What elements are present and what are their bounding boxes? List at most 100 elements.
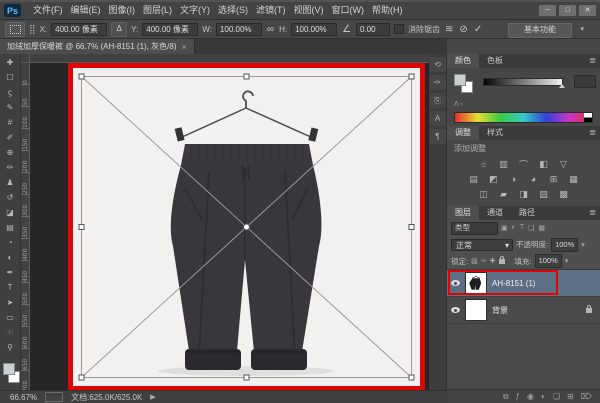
status-menu-arrow-icon[interactable]: ▶ — [150, 393, 155, 401]
panel-menu-icon[interactable]: ≣ — [589, 128, 596, 137]
transform-tool-icon[interactable] — [5, 22, 25, 37]
menu-item[interactable]: 滤镜(T) — [252, 2, 290, 19]
delete-layer-icon[interactable]: ⌦ — [581, 390, 592, 403]
color-spectrum-bar[interactable] — [454, 112, 593, 123]
vertical-ruler[interactable]: 0501001502002503003504004505005506006507… — [21, 63, 30, 390]
width-scale-field[interactable]: 100.00% — [216, 23, 262, 36]
visibility-eye-icon[interactable] — [451, 280, 460, 286]
invert-icon[interactable]: ◫ — [477, 188, 490, 200]
close-button[interactable]: ✕ — [579, 5, 596, 16]
tab-styles[interactable]: 样式 — [479, 126, 511, 140]
character-panel-icon[interactable]: A — [430, 111, 446, 126]
layer-effects-icon[interactable]: ƒ — [516, 390, 520, 403]
menu-item[interactable]: 编辑(E) — [67, 2, 105, 19]
workspace-switcher[interactable]: 基本功能 — [508, 23, 572, 38]
grayscale-slider[interactable] — [483, 78, 563, 86]
history-panel-icon[interactable]: ⟲ — [430, 57, 446, 72]
foreground-color-swatch[interactable] — [454, 74, 466, 86]
minimize-button[interactable]: ─ — [539, 5, 556, 16]
blur-tool[interactable]: ◔ — [0, 235, 21, 250]
channel-mixer-icon[interactable]: ⊞ — [547, 173, 560, 185]
menu-item[interactable]: 帮助(H) — [368, 2, 407, 19]
type-tool[interactable]: T — [0, 280, 21, 295]
lock-position-icon[interactable]: ✚ — [490, 257, 496, 265]
panel-menu-icon[interactable]: ≣ — [589, 56, 596, 65]
quick-selection-tool[interactable]: ✎ — [0, 100, 21, 115]
layer-thumbnail[interactable] — [465, 272, 487, 294]
new-adjustment-layer-icon[interactable]: ◐ — [541, 390, 546, 403]
filter-shape-layers-icon[interactable]: ❏ — [528, 224, 534, 232]
visibility-eye-icon[interactable] — [451, 307, 460, 313]
brush-panel-icon[interactable]: ✑ — [430, 75, 446, 90]
clone-source-panel-icon[interactable]: ⎘ — [430, 93, 446, 108]
cancel-transform-icon[interactable]: ⊘ — [458, 23, 468, 36]
menu-item[interactable]: 窗口(W) — [328, 2, 369, 19]
lock-image-icon[interactable]: ✑ — [481, 257, 487, 265]
slider-thumb[interactable] — [559, 84, 565, 88]
crop-tool[interactable]: # — [0, 115, 21, 130]
curves-icon[interactable]: ⌒ — [517, 158, 530, 170]
panel-menu-icon[interactable]: ≣ — [589, 208, 596, 217]
lock-transparency-icon[interactable]: ▨ — [471, 257, 478, 265]
link-layers-icon[interactable]: ⧉ — [503, 390, 509, 403]
brightness-contrast-icon[interactable]: ☼ — [477, 158, 490, 170]
new-group-icon[interactable]: ❏ — [553, 390, 560, 403]
horizontal-ruler[interactable]: 1005005010015020025030035040045050055060… — [30, 54, 429, 63]
black-white-icon[interactable]: ◑ — [507, 173, 520, 185]
menu-item[interactable]: 视图(V) — [290, 2, 328, 19]
hand-tool[interactable]: ☜ — [0, 325, 21, 340]
fill-dropdown[interactable]: 100% — [535, 254, 562, 268]
posterize-icon[interactable]: ▰ — [497, 188, 510, 200]
link-dimensions-icon[interactable]: ∞ — [266, 23, 275, 36]
pen-tool[interactable]: ✒ — [0, 265, 21, 280]
close-tab-icon[interactable]: × — [182, 42, 187, 52]
gradient-tool[interactable]: ▤ — [0, 220, 21, 235]
clone-stamp-tool[interactable]: ♟ — [0, 175, 21, 190]
tab-layers[interactable]: 图层 — [447, 206, 479, 220]
move-tool[interactable]: ✚ — [0, 55, 21, 70]
rotate-angle-field[interactable]: 0.00 — [356, 23, 390, 36]
zoom-tool[interactable]: ⚲ — [0, 340, 21, 355]
filter-adjustment-layers-icon[interactable]: ◐ — [512, 224, 516, 232]
relative-position-button[interactable]: Δ — [111, 22, 127, 37]
reference-point-locator[interactable]: ⣿ — [29, 23, 36, 36]
color-lookup-icon[interactable]: ▦ — [567, 173, 580, 185]
zoom-level-field[interactable]: 66.67% — [10, 393, 37, 402]
tab-paths[interactable]: 路径 — [511, 206, 543, 220]
path-selection-tool[interactable]: ➤ — [0, 295, 21, 310]
gradient-map-icon[interactable]: ▨ — [537, 188, 550, 200]
filter-type-layers-icon[interactable]: T — [520, 224, 524, 232]
eyedropper-tool[interactable]: ✐ — [0, 130, 21, 145]
tab-adjustments[interactable]: 调整 — [447, 126, 479, 140]
gray-value-field[interactable] — [574, 75, 596, 88]
add-mask-icon[interactable]: ◉ — [527, 390, 534, 403]
document-tab[interactable]: 加绒加厚保暖裤 @ 66.7% (AH-8151 (1), 灰色/8) × — [0, 39, 195, 54]
history-brush-tool[interactable]: ↺ — [0, 190, 21, 205]
filter-pixel-layers-icon[interactable]: ▣ — [501, 224, 508, 232]
foreground-color-swatch[interactable] — [3, 363, 15, 375]
eraser-tool[interactable]: ◪ — [0, 205, 21, 220]
shape-tool[interactable]: ▭ — [0, 310, 21, 325]
hue-saturation-icon[interactable]: ▤ — [467, 173, 480, 185]
menu-item[interactable]: 文字(Y) — [176, 2, 214, 19]
brush-tool[interactable]: ✏ — [0, 160, 21, 175]
selective-color-icon[interactable]: ▩ — [557, 188, 570, 200]
menu-item[interactable]: 图像(I) — [105, 2, 140, 19]
threshold-icon[interactable]: ◨ — [517, 188, 530, 200]
filter-smart-objects-icon[interactable]: ▦ — [538, 224, 545, 232]
tab-channels[interactable]: 通道 — [479, 206, 511, 220]
lock-all-icon[interactable] — [499, 259, 505, 264]
canvas-image[interactable] — [73, 68, 420, 386]
y-position-field[interactable]: 400.00 像素 — [142, 23, 198, 36]
marquee-tool[interactable]: ☐ — [0, 70, 21, 85]
layer-filter-dropdown[interactable]: 类型 — [451, 222, 498, 235]
tab-swatches[interactable]: 色板 — [479, 54, 511, 68]
tab-color[interactable]: 颜色 — [447, 54, 479, 68]
blend-mode-dropdown[interactable]: 正常 ▾ — [451, 239, 513, 251]
x-position-field[interactable]: 400.00 像素 — [51, 23, 107, 36]
warp-mode-icon[interactable]: ≋ — [444, 23, 454, 36]
vibrance-icon[interactable]: ▽ — [557, 158, 570, 170]
photo-filter-icon[interactable]: ◕ — [527, 173, 540, 185]
paragraph-panel-icon[interactable]: ¶ — [430, 129, 446, 144]
maximize-button[interactable]: □ — [559, 5, 576, 16]
